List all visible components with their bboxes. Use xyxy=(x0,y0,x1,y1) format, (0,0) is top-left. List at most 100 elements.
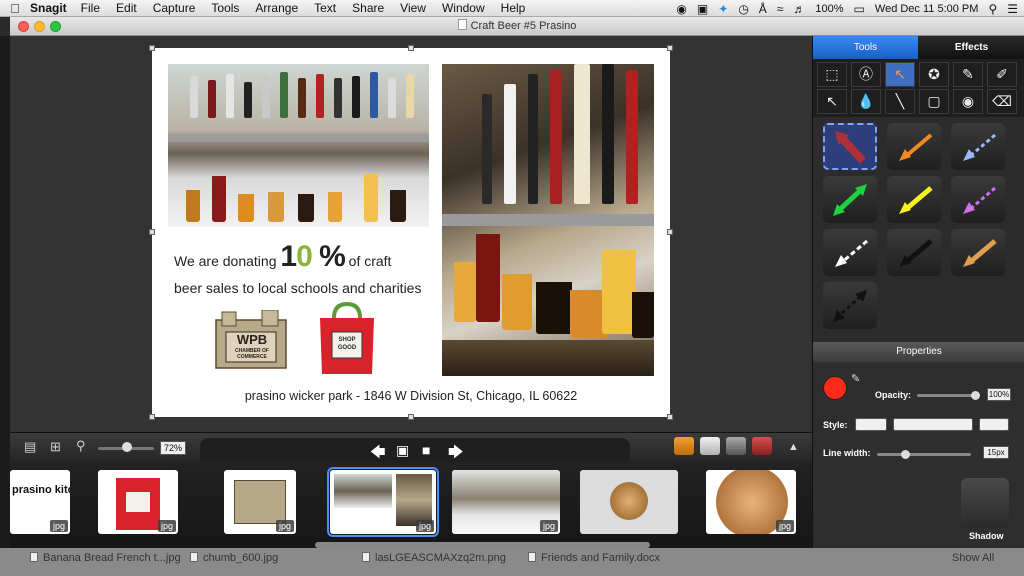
youtube-share-button[interactable] xyxy=(752,437,772,455)
camera-icon[interactable]: ▣ xyxy=(697,2,708,16)
opacity-value[interactable]: 100% xyxy=(987,388,1011,401)
arrow-style-yellow[interactable] xyxy=(887,176,941,223)
tray-toggle-icon[interactable]: ▲ xyxy=(788,441,799,453)
arrow-style-black[interactable] xyxy=(887,229,941,276)
tray-thumb-craft-beer[interactable]: jpg xyxy=(327,467,439,537)
resize-handle-bl[interactable] xyxy=(149,414,155,420)
finder-item[interactable]: chumb_600.jpg xyxy=(190,552,278,564)
library-icon[interactable]: ▣ xyxy=(396,442,409,459)
battery-icon: ▭ xyxy=(853,1,865,16)
tab-tools[interactable]: Tools xyxy=(813,36,918,59)
menu-app-name[interactable]: Snagit xyxy=(30,1,67,15)
shape-tool-icon[interactable]: ▢ xyxy=(919,89,949,114)
apple-menu-icon[interactable]:  xyxy=(0,1,30,16)
zoom-window-button[interactable] xyxy=(50,21,61,32)
tray-thumb-shield-swords[interactable] xyxy=(580,470,678,534)
tab-effects[interactable]: Effects xyxy=(918,36,1024,59)
zoom-icon[interactable]: ⚲ xyxy=(76,438,86,454)
eraser-tool-icon[interactable]: ⌫ xyxy=(987,89,1017,114)
opacity-slider-knob[interactable] xyxy=(971,391,980,400)
share-output-button[interactable] xyxy=(674,437,694,455)
show-all-button[interactable]: Show All xyxy=(952,552,994,564)
arrow-tool-icon[interactable]: ↖ xyxy=(885,62,915,87)
line-tool-icon[interactable]: ╲ xyxy=(885,89,915,114)
line-width-value[interactable]: 15px xyxy=(983,446,1009,459)
arrow-style-green-double[interactable] xyxy=(823,176,877,223)
resize-image-icon[interactable]: ▤ xyxy=(24,439,36,455)
opacity-slider[interactable] xyxy=(917,394,977,397)
menu-text[interactable]: Text xyxy=(314,1,336,15)
line-width-slider-knob[interactable] xyxy=(901,450,910,459)
resize-handle-br[interactable] xyxy=(667,414,673,420)
menu-help[interactable]: Help xyxy=(501,1,526,15)
zoom-slider-knob[interactable] xyxy=(122,442,132,452)
close-window-button[interactable] xyxy=(18,21,29,32)
highlighter-tool-icon[interactable]: ✐ xyxy=(987,62,1017,87)
pointer-tool-icon[interactable]: ↖ xyxy=(817,89,847,114)
battery-percent[interactable]: 100% xyxy=(815,3,843,15)
arrow-style-orange[interactable] xyxy=(887,123,941,170)
tray-thumb-shield[interactable]: jpg xyxy=(706,470,796,534)
time-machine-icon[interactable]: ◷ xyxy=(738,2,748,16)
volume-icon[interactable]: ♬ xyxy=(793,2,805,16)
tray-thumb-shop-good[interactable]: jpg xyxy=(98,470,178,534)
menu-capture[interactable]: Capture xyxy=(153,1,196,15)
shadow-button[interactable] xyxy=(961,478,1009,528)
arrow-start-select[interactable] xyxy=(855,418,887,431)
tray-thumb-prasino[interactable]: prasino kitchen jpg xyxy=(10,470,70,534)
color-swatch[interactable] xyxy=(823,376,847,400)
menu-tools[interactable]: Tools xyxy=(211,1,239,15)
flyer-image[interactable]: We are donating 10 % of craft beer sales… xyxy=(149,45,673,420)
email-share-button[interactable] xyxy=(700,437,720,455)
arrow-style-purple-dashed[interactable] xyxy=(951,176,1005,223)
callout-tool-icon[interactable]: Ⓐ xyxy=(851,62,881,87)
resize-handle-ml[interactable] xyxy=(149,229,155,235)
status-circle-icon[interactable]: ◉ xyxy=(676,2,686,16)
menu-view[interactable]: View xyxy=(400,1,426,15)
stamp-tool-icon[interactable]: ✪ xyxy=(919,62,949,87)
finder-item[interactable]: Friends and Family.docx xyxy=(528,552,660,564)
bluetooth-icon[interactable]: Å xyxy=(759,2,767,16)
fill-tool-icon[interactable]: 💧 xyxy=(851,89,881,114)
notification-center-icon[interactable]: ☰ xyxy=(1007,2,1018,16)
zoom-value[interactable]: 72% xyxy=(160,441,186,455)
bag-text: SHOP GOOD xyxy=(337,337,357,351)
menu-window[interactable]: Window xyxy=(442,1,485,15)
finder-item[interactable]: lasLGEASCMAXzq2m.png xyxy=(362,552,506,564)
arrow-end-select[interactable] xyxy=(979,418,1009,431)
line-style-select[interactable] xyxy=(893,418,973,431)
resize-handle-tc[interactable] xyxy=(408,45,414,51)
editor-canvas[interactable]: We are donating 10 % of craft beer sales… xyxy=(10,36,812,432)
eyedropper-icon[interactable]: ✎ xyxy=(851,372,860,385)
menu-arrange[interactable]: Arrange xyxy=(255,1,298,15)
selection-tool-icon[interactable]: ⬚ xyxy=(817,62,847,87)
evernote-share-button[interactable] xyxy=(726,437,746,455)
arrow-style-blue-dashed[interactable] xyxy=(951,123,1005,170)
minimize-window-button[interactable] xyxy=(34,21,45,32)
tray-nav-area: 🡄 ▣ ■ 🡆 xyxy=(200,438,630,463)
crop-icon[interactable]: ⊞ xyxy=(50,439,61,455)
arrow-style-white-dashed[interactable] xyxy=(823,229,877,276)
pen-tool-icon[interactable]: ✎ xyxy=(953,62,983,87)
magic-wand-tool-icon[interactable]: ◉ xyxy=(953,89,983,114)
resize-handle-tl[interactable] xyxy=(149,45,155,51)
folder-icon[interactable]: ■ xyxy=(422,442,430,458)
wifi-icon[interactable]: ≈ xyxy=(777,2,784,16)
clock[interactable]: Wed Dec 11 5:00 PM xyxy=(875,3,979,15)
arrow-style-red[interactable] xyxy=(823,123,877,170)
wpb-chamber-logo: WPB CHAMBER OF COMMERCE xyxy=(212,309,290,372)
menu-file[interactable]: File xyxy=(81,1,100,15)
tray-thumb-wpb[interactable]: jpg xyxy=(224,470,296,534)
line-width-slider[interactable] xyxy=(877,453,971,456)
tray-thumb-beer-taps[interactable]: jpg xyxy=(452,470,560,534)
twitter-icon[interactable]: ✦ xyxy=(718,2,728,16)
arrow-style-black-dashed[interactable] xyxy=(823,282,877,329)
arrow-style-tan[interactable] xyxy=(951,229,1005,276)
resize-handle-bc[interactable] xyxy=(408,414,414,420)
menu-edit[interactable]: Edit xyxy=(116,1,137,15)
spotlight-icon[interactable]: ⚲ xyxy=(988,2,997,16)
resize-handle-tr[interactable] xyxy=(667,45,673,51)
resize-handle-mr[interactable] xyxy=(667,229,673,235)
finder-item[interactable]: Banana Bread French t...jpg xyxy=(30,552,181,564)
menu-share[interactable]: Share xyxy=(352,1,384,15)
